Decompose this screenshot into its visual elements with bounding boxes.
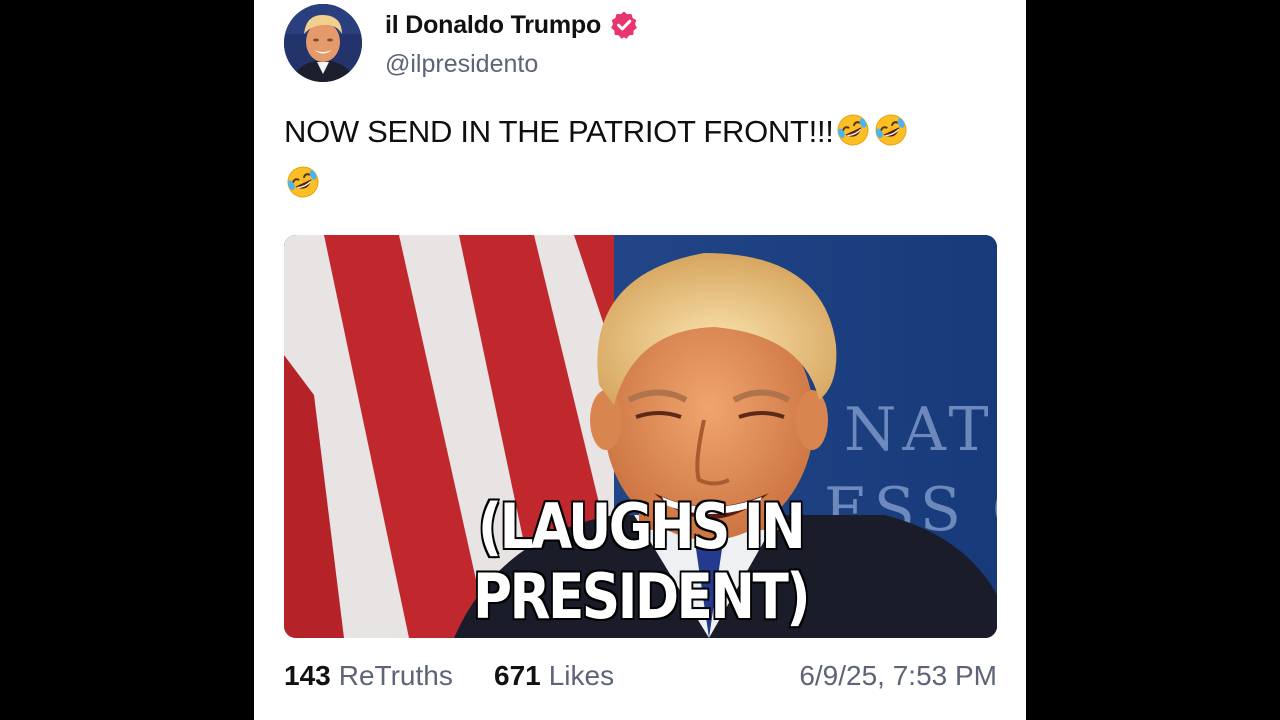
post-timestamp[interactable]: 6/9/25, 7:53 PM [799, 656, 997, 696]
likes-count: 671 [494, 660, 541, 691]
post-card: il Donaldo Trumpo @ilpresidento NOW SEND… [254, 0, 1026, 720]
rolling-laughing-emoji-icon [872, 111, 910, 149]
likes-label: Likes [548, 660, 615, 691]
rolling-laughing-emoji-icon [834, 111, 872, 149]
verified-badge-icon [611, 11, 637, 39]
meme-caption: (LAUGHS IN PRESIDENT) [472, 490, 812, 633]
retruths-stat[interactable]: 143 ReTruths [284, 656, 453, 696]
author-handle[interactable]: @ilpresidento [385, 50, 538, 79]
svg-text:NATI: NATI [844, 395, 997, 465]
rolling-laughing-emoji-icon [284, 163, 322, 201]
author-display-name[interactable]: il Donaldo Trumpo [385, 11, 601, 40]
likes-stat[interactable]: 671 Likes [494, 656, 614, 696]
retruths-label: ReTruths [338, 660, 453, 691]
post-stats: 143 ReTruths 671 Likes 6/9/25, 7:53 PM [284, 656, 997, 696]
post-media-image[interactable]: NATI ESS C (LAUGHS IN PRESIDENT [284, 235, 997, 638]
post-text-content: NOW SEND IN THE PATRIOT FRONT!!! [284, 114, 834, 149]
avatar-image [284, 4, 362, 82]
post-text: NOW SEND IN THE PATRIOT FRONT!!! [284, 106, 984, 210]
retruths-count: 143 [284, 660, 331, 691]
author-row: il Donaldo Trumpo [385, 8, 639, 42]
avatar[interactable] [284, 4, 362, 82]
